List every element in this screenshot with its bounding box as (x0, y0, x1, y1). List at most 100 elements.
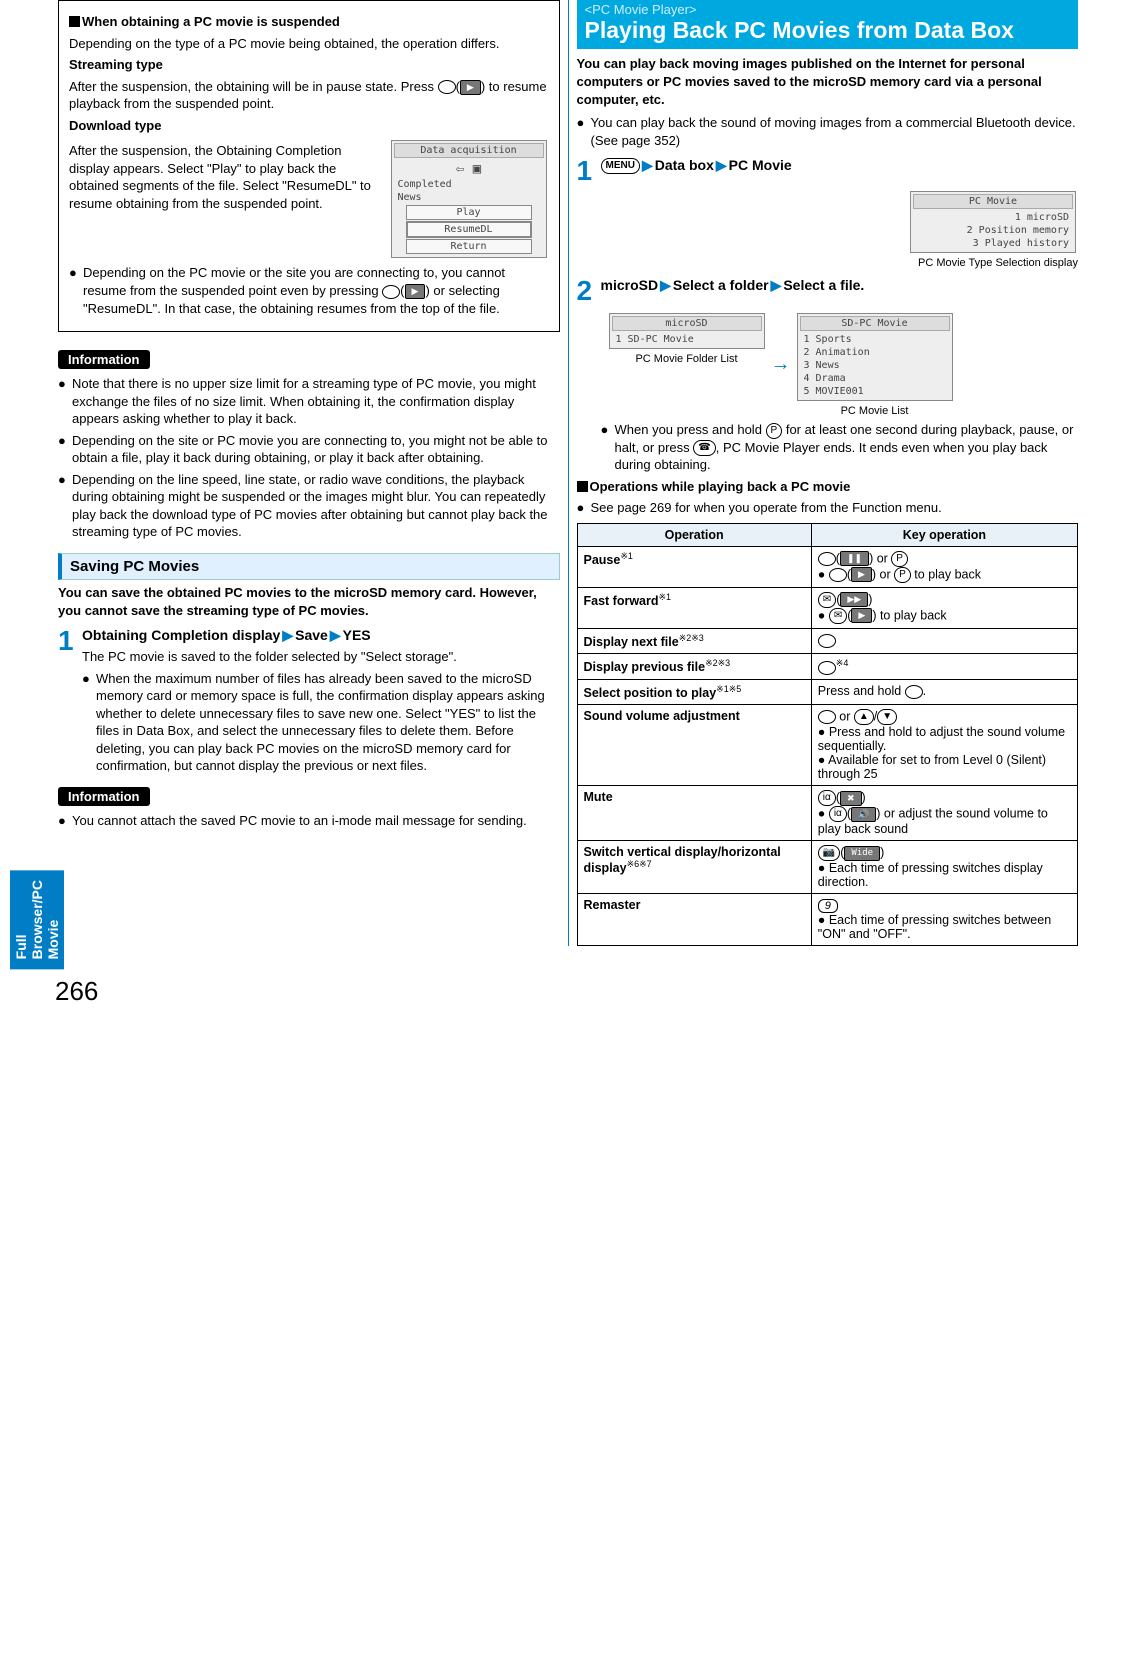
center-key-icon (382, 285, 400, 299)
play-softkey-icon: ▶ (851, 567, 872, 582)
player-header: <PC Movie Player> Playing Back PC Movies… (577, 0, 1079, 49)
r1a: Data box (655, 157, 714, 173)
r2c: Select a file. (783, 277, 864, 293)
s1c: YES (343, 627, 371, 643)
header-sup: <PC Movie Player> (585, 2, 1071, 17)
saving-lead: You can save the obtained PC movies to t… (58, 584, 560, 619)
header-main: Playing Back PC Movies from Data Box (585, 17, 1071, 43)
info1-b2: ●Depending on the site or PC movie you a… (58, 432, 560, 467)
r1s: ※1 (620, 551, 633, 561)
acq-l2: News (394, 191, 544, 204)
r4c2s: ※4 (836, 658, 849, 668)
acq-b1: Play (406, 205, 532, 220)
box1-p3: After the suspension, the Obtaining Comp… (69, 142, 381, 256)
center-key-icon (818, 552, 836, 566)
mail-key-icon: ✉ (829, 608, 847, 624)
r8s: ※6※7 (627, 859, 652, 869)
square-bullet-icon (577, 481, 588, 492)
nine-key-icon: 9 (818, 899, 838, 913)
r1b: PC Movie (729, 157, 792, 173)
r6c1: Sound volume adjustment (584, 709, 740, 723)
pc-movie-type-screen: PC Movie 1 microSD 2 Position memory 3 P… (910, 191, 1076, 253)
scrB-t: microSD (612, 316, 762, 331)
scrA-1: 1 microSD (913, 211, 1073, 224)
info1-b3: ●Depending on the line speed, line state… (58, 471, 560, 541)
th-op: Operation (577, 523, 811, 546)
scrA-t: PC Movie (913, 194, 1073, 209)
right-column: <PC Movie Player> Playing Back PC Movies… (569, 0, 1087, 946)
camera-key-icon: 📷 (818, 845, 840, 861)
center-key-icon (438, 80, 456, 94)
right-step2: 2 microSD▶Select a folder▶Select a file. (577, 277, 1079, 305)
box1-h2: Download type (69, 117, 549, 135)
acq-title: Data acquisition (394, 143, 544, 158)
cap2b: PC Movie List (795, 405, 955, 417)
acq-b2: ResumeDL (406, 221, 532, 238)
r5c1: Select position to play (584, 686, 717, 700)
end-key-icon: ☎ (693, 440, 715, 456)
r2a: microSD (601, 277, 659, 293)
s1a: Obtaining Completion display (82, 627, 280, 643)
ops-title: Operations while playing back a PC movie (590, 479, 851, 494)
box1-p1: Depending on the type of a PC movie bein… (69, 35, 549, 53)
side-tab: Full Browser/PC Movie (10, 870, 64, 969)
r9c2: Each time of pressing switches between "… (818, 913, 1051, 941)
scrC-3: 3 News (800, 359, 950, 372)
box1-h1: Streaming type (69, 56, 549, 74)
scrB-1: 1 SD-PC Movie (612, 333, 762, 346)
wide-softkey-icon: Wide (844, 846, 880, 861)
ops-note: ●See page 269 for when you operate from … (577, 499, 1079, 517)
na: When you press and hold (615, 422, 766, 437)
center-key-icon (829, 568, 847, 582)
right-b1: ●You can play back the sound of moving i… (577, 114, 1079, 149)
r7c1: Mute (584, 790, 613, 804)
r3c1: Display next file (584, 635, 679, 649)
folder-list-screen: microSD 1 SD-PC Movie (609, 313, 765, 349)
cap1: PC Movie Type Selection display (577, 257, 1079, 269)
operations-table: Operation Key operation Pause※1 (❚❚) or … (577, 523, 1079, 946)
scrC-1: 1 Sports (800, 333, 950, 346)
r1c2b: to play back (911, 567, 981, 581)
r2s: ※1 (659, 592, 672, 602)
scrA-2: 2 Position memory (913, 224, 1073, 237)
r2c2b: to play back (876, 608, 946, 622)
page-number: 266 (55, 976, 1136, 1007)
i-alpha-key-icon: iα (818, 790, 836, 806)
right-lead: You can play back moving images publishe… (577, 55, 1079, 108)
r2b: Select a folder (673, 277, 769, 293)
p2-a: After the suspension, the obtaining will… (69, 79, 438, 94)
right-step1: 1 MENU▶Data box▶PC Movie (577, 157, 1079, 185)
saving-step1: 1 Obtaining Completion display▶Save▶YES … (58, 627, 560, 779)
r3s: ※2※3 (679, 633, 704, 643)
arrow-right-icon: → (771, 353, 791, 376)
r9c1: Remaster (584, 898, 641, 912)
ud-key-icon (818, 710, 836, 724)
acq-l1: Completed (394, 178, 544, 191)
scrC-2: 2 Animation (800, 346, 950, 359)
information-badge: Information (58, 350, 150, 369)
lr-key-icon (905, 685, 923, 699)
r5c2: Press and hold (818, 684, 905, 698)
box1-title: When obtaining a PC movie is suspended (82, 14, 340, 29)
acq-b3: Return (406, 239, 532, 254)
mail-key-icon: ✉ (818, 592, 836, 608)
scrA-3: 3 Played history (913, 237, 1073, 250)
s1p: The PC movie is saved to the folder sele… (82, 648, 560, 666)
sound-softkey-icon: 🔊 (851, 807, 876, 822)
ff-softkey-icon: ▶▶ (840, 592, 868, 607)
i-alpha-key-icon: iα (829, 806, 847, 822)
down-triangle-icon: ▼ (877, 709, 897, 725)
box1-bullet1: ● Depending on the PC movie or the site … (69, 264, 549, 317)
mute-softkey-icon: ✖ (840, 791, 862, 806)
p-key-icon: P (766, 423, 783, 439)
movie-list-screen: SD-PC Movie 1 Sports 2 Animation 3 News … (797, 313, 953, 401)
acquisition-screenshot: Data acquisition ⇦ ▣ Completed News Play… (389, 138, 549, 260)
square-bullet-icon (69, 16, 80, 27)
r5s: ※1※5 (716, 684, 741, 694)
left-column: When obtaining a PC movie is suspended D… (50, 0, 569, 946)
r4c1: Display previous file (584, 660, 706, 674)
information-badge-2: Information (58, 787, 150, 806)
play-softkey-icon: ▶ (405, 284, 426, 299)
suspended-box: When obtaining a PC movie is suspended D… (58, 0, 560, 332)
player-end-note: ● When you press and hold P for at least… (601, 421, 1079, 474)
